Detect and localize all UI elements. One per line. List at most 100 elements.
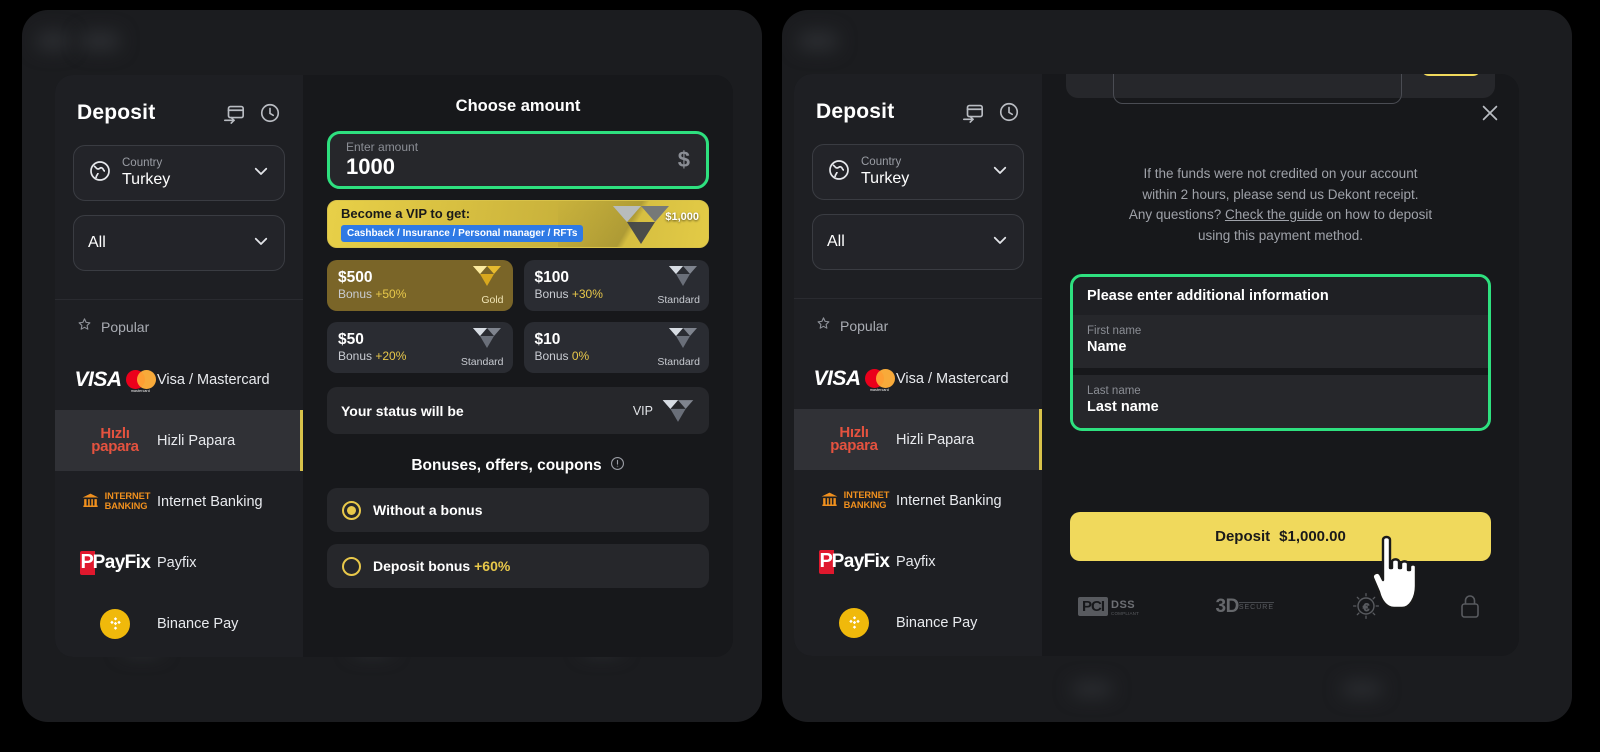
popular-section-header: Popular [55, 300, 303, 349]
bonus-section-title-row: Bonuses, offers, coupons [327, 456, 709, 476]
payment-method-hizli-papara[interactable]: Hızlı papara Hizli Papara [794, 409, 1042, 470]
lock-badge [1457, 592, 1483, 620]
sidebar-filters: Country Turkey All [55, 145, 303, 297]
bonus-option-without[interactable]: Without a bonus [327, 488, 709, 532]
preset-amount-card[interactable]: $100 Bonus +30% Standard [523, 260, 709, 311]
country-select[interactable]: Country Turkey [812, 144, 1024, 200]
status-value: VIP [632, 403, 653, 418]
partial-amount-row [1066, 74, 1495, 104]
payment-method-hizli-papara[interactable]: Hızlı papara Hizli Papara [55, 410, 303, 471]
deposit-sidebar: Deposit Country Turkey All Popular VISA … [55, 75, 303, 657]
payment-method-payfix[interactable]: P PayFix Payfix [55, 532, 303, 593]
euro-secure-badge: € [1351, 591, 1381, 621]
preset-tier: Gold [481, 294, 504, 306]
payment-method-binance-pay[interactable]: Binance Pay [794, 592, 1042, 653]
vip-promo-banner[interactable]: $1,000 Become a VIP to get: Cashback / I… [327, 200, 709, 248]
payment-method-label: Hizli Papara [157, 432, 236, 449]
radio-selected-icon [342, 500, 361, 520]
payment-method-list: VISA mastercard Visa / Mastercard Hızlı pa… [794, 348, 1042, 656]
preset-bonus-value: +30% [571, 286, 603, 301]
payment-method-internet-banking[interactable]: INTERNET BANKING Internet Banking [55, 471, 303, 532]
bonus-option-value: +60% [474, 558, 511, 574]
preset-bonus-value: +50% [375, 286, 407, 301]
preset-bonus-prefix: Bonus [534, 286, 572, 301]
card-transfer-icon[interactable] [962, 101, 984, 123]
payment-method-binance-pay[interactable]: Binance Pay [55, 593, 303, 654]
chevron-down-icon [991, 231, 1009, 254]
payfix-logo: P PayFix [79, 550, 151, 575]
country-value: Turkey [861, 169, 910, 187]
bonus-option-deposit[interactable]: Deposit bonus +60% [327, 544, 709, 588]
close-icon[interactable] [1479, 102, 1501, 124]
amount-input-value: 1000 [346, 154, 395, 179]
history-clock-icon[interactable] [259, 102, 281, 124]
payment-method-visa-mastercard[interactable]: VISA mastercard Visa / Mastercard [55, 349, 303, 410]
pci-dss-badge: PCI DSS COMPLIANT [1078, 596, 1139, 617]
gem-standard-icon [669, 328, 697, 348]
payment-method-internet-banking[interactable]: INTERNET BANKING Internet Banking [794, 470, 1042, 531]
helper-line-4: using this payment method. [1197, 227, 1364, 243]
preset-amount-card[interactable]: $10 Bonus 0% Standard [523, 322, 709, 373]
first-name-value: Name [1087, 339, 1127, 356]
country-label: Country [122, 156, 163, 169]
first-name-label: First name [1087, 325, 1142, 337]
currency-symbol: $ [677, 147, 690, 172]
vip-benefits-tag: Cashback / Insurance / Personal manager … [341, 224, 584, 242]
helper-line-3-pre: Any questions? [1128, 207, 1225, 223]
partial-input[interactable] [1113, 74, 1402, 104]
svg-text:€: € [1362, 602, 1368, 614]
payment-method-label: Payfix [157, 554, 197, 571]
helper-line-1: If the funds were not credited on your a… [1143, 166, 1418, 181]
helper-line-3-post: on how to deposit [1322, 207, 1433, 223]
payment-method-label: Visa / Mastercard [157, 371, 270, 388]
pci-badge-text: PCI [1078, 596, 1109, 616]
right-device-frame: Deposit Country Turkey All Popular VISA … [782, 10, 1572, 722]
screenshot-stage: Deposit Country Turkey All Popular VISA … [0, 0, 1600, 752]
popular-section-header: Popular [794, 299, 1042, 348]
status-label: Your status will be [341, 402, 464, 419]
deposit-button[interactable]: Deposit $1,000.00 [1070, 512, 1491, 561]
method-filter-select[interactable]: All [812, 214, 1024, 270]
partial-apply-button[interactable] [1421, 74, 1481, 76]
amount-input[interactable]: Enter amount 1000 $ [327, 131, 709, 189]
last-name-field[interactable]: Last name Last name [1073, 374, 1488, 428]
vip-headline: Become a VIP to get: [341, 205, 471, 221]
hizli-papara-logo: Hızlı papara [91, 424, 139, 455]
first-name-field[interactable]: First name Name [1073, 315, 1488, 368]
helper-text: If the funds were not credited on your a… [1068, 164, 1493, 246]
payment-method-visa-mastercard[interactable]: VISA mastercard Visa / Mastercard [794, 348, 1042, 409]
card-transfer-icon[interactable] [223, 102, 245, 124]
bg-blur-pill-1 [36, 32, 70, 50]
preset-tier: Standard [460, 356, 504, 368]
chevron-down-icon [252, 162, 270, 185]
additional-information-box: Please enter additional information Firs… [1070, 274, 1491, 431]
sidebar-header: Deposit [794, 74, 1042, 144]
method-filter-select[interactable]: All [73, 215, 285, 271]
payfix-logo: P PayFix [818, 549, 890, 574]
bg-blur-pill-8 [1342, 682, 1382, 696]
gem-gold-icon [472, 266, 501, 286]
preset-amount-card[interactable]: $500 Bonus +50% Gold [327, 260, 513, 311]
payment-method-payfix[interactable]: P PayFix Payfix [794, 531, 1042, 592]
internet-banking-logo: INTERNET BANKING [812, 490, 896, 510]
check-the-guide-link[interactable]: Check the guide [1225, 207, 1323, 222]
history-clock-icon[interactable] [998, 101, 1020, 123]
info-circle-icon[interactable] [610, 456, 625, 476]
page-title: Deposit [816, 100, 895, 123]
sidebar-filters: Country Turkey All [794, 144, 1042, 296]
preset-amount-card[interactable]: $50 Bonus +20% Standard [327, 322, 513, 373]
method-filter-value: All [88, 234, 106, 251]
payment-method-list: VISA mastercard Visa / Mastercard Hızlı p… [55, 349, 303, 657]
page-title: Deposit [77, 101, 156, 124]
country-value: Turkey [122, 170, 171, 188]
preset-bonus-prefix: Bonus [534, 348, 572, 363]
country-label: Country [861, 155, 902, 168]
bg-blur-pill-6 [798, 32, 838, 50]
binance-pay-logo [73, 608, 157, 639]
3d-badge-text: 3D [1215, 595, 1240, 617]
last-name-value: Last name [1087, 399, 1159, 416]
status-row: Your status will be VIP [327, 387, 709, 434]
secure-badge-caption: SECURE [1238, 601, 1275, 611]
preset-bonus-value: 0% [571, 348, 590, 363]
country-select[interactable]: Country Turkey [73, 145, 285, 201]
